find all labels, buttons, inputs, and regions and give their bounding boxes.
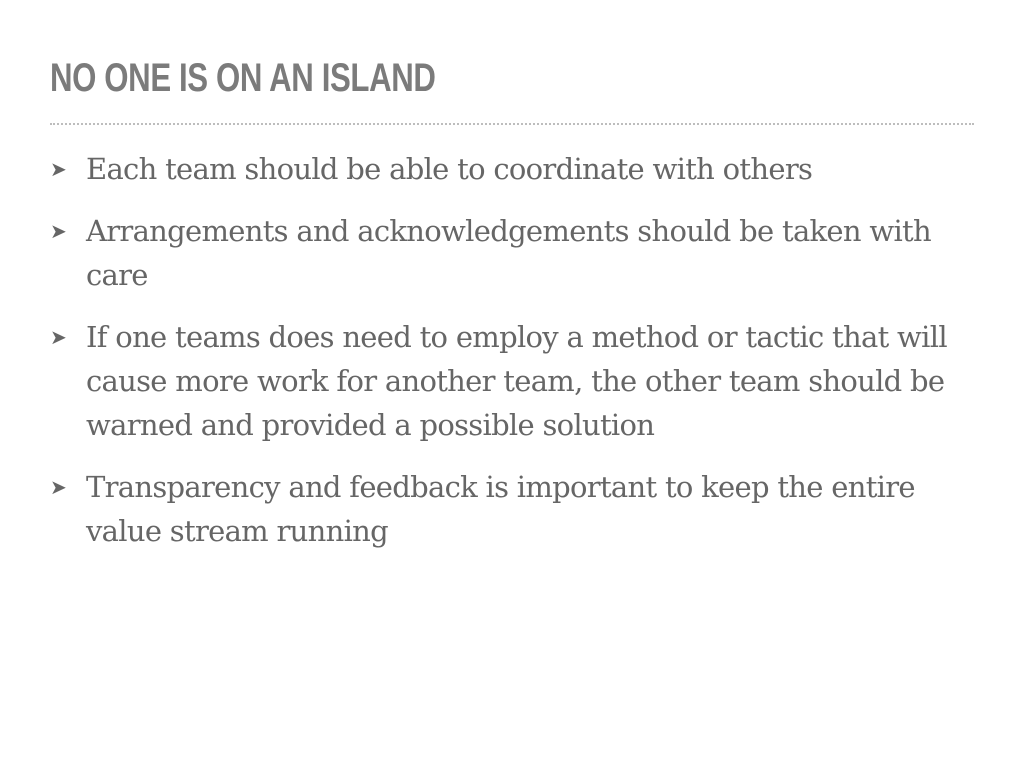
bullet-item: ➤ If one teams does need to employ a met… [50,315,980,447]
slide: NO ONE IS ON AN ISLAND ➤ Each team shoul… [0,0,1024,768]
arrow-bullet-icon: ➤ [50,475,67,499]
arrow-bullet-icon: ➤ [50,325,67,349]
bullet-item: ➤ Transparency and feedback is important… [50,465,980,553]
bullet-text: If one teams does need to employ a metho… [86,320,948,442]
bullet-text: Each team should be able to coordinate w… [86,152,813,186]
arrow-bullet-icon: ➤ [50,219,67,243]
arrow-bullet-icon: ➤ [50,157,67,181]
bullet-list: ➤ Each team should be able to coordinate… [50,147,980,571]
bullet-text: Arrangements and acknowledgements should… [86,214,932,292]
bullet-item: ➤ Each team should be able to coordinate… [50,147,980,191]
bullet-text: Transparency and feedback is important t… [86,470,916,548]
title-divider [50,123,974,125]
slide-title: NO ONE IS ON AN ISLAND [50,56,436,100]
bullet-item: ➤ Arrangements and acknowledgements shou… [50,209,980,297]
